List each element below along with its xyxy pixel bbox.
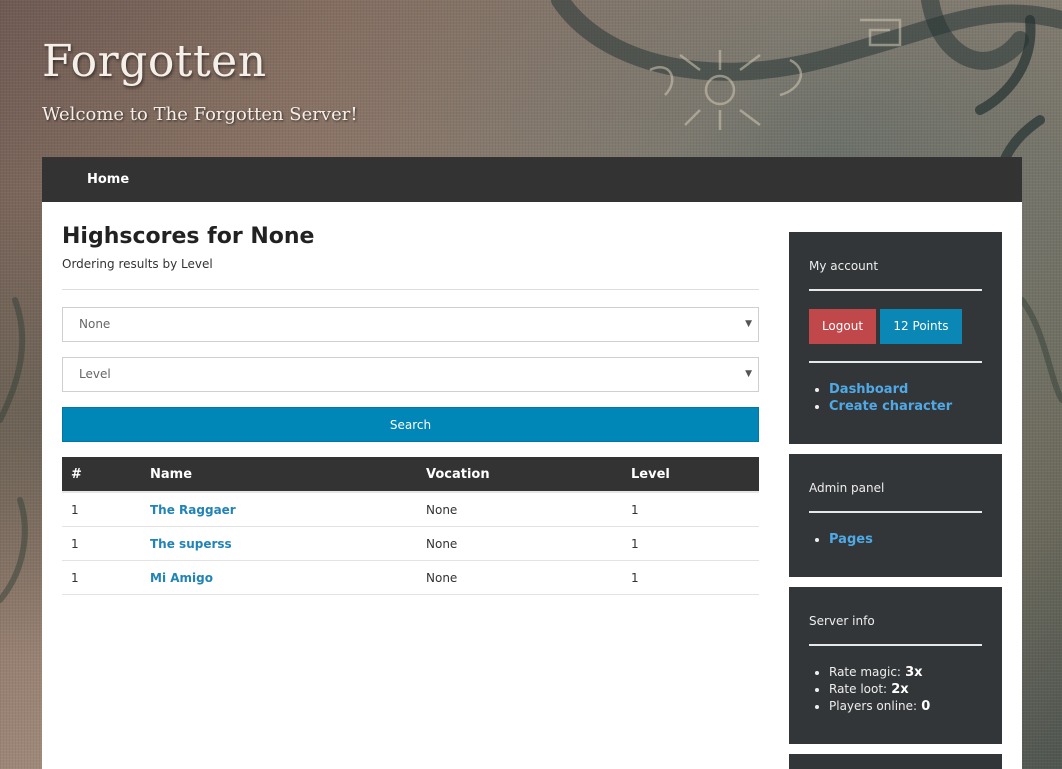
widget-title: Admin panel	[809, 481, 885, 495]
rank-cell: 1	[62, 492, 141, 527]
order-select[interactable]: Level ▼	[62, 357, 759, 392]
my-account-widget: My account Logout 12 Points Dashboard Cr…	[789, 232, 1002, 444]
level-cell: 1	[622, 526, 759, 561]
content-panel: Highscores for None Ordering results by …	[42, 202, 1022, 769]
column-header-level[interactable]: Level	[622, 457, 759, 493]
widget-title: My account	[809, 259, 879, 273]
navbar: Home	[42, 157, 1022, 202]
server-info-widget: Server info Rate magic: 3x Rate loot: 2x…	[789, 587, 1002, 744]
divider	[62, 289, 759, 290]
nav-item-home[interactable]: Home	[87, 157, 129, 202]
vocation-cell: None	[417, 492, 622, 527]
name-cell: Mi Amigo	[141, 560, 417, 595]
vocation-select-value: None	[79, 317, 111, 331]
table-row: 1 The Raggaer None 1	[62, 492, 759, 527]
list-item: Dashboard	[829, 381, 952, 398]
players-online-value: 0	[921, 699, 931, 714]
column-header-rank[interactable]: #	[62, 457, 141, 493]
dashboard-link[interactable]: Dashboard	[829, 382, 908, 397]
highscores-table: # Name Vocation Level 1 The Raggaer None…	[62, 457, 759, 595]
vocation-cell: None	[417, 526, 622, 561]
points-button[interactable]: 12 Points	[880, 309, 962, 344]
column-header-name[interactable]: Name	[141, 457, 417, 493]
logout-button[interactable]: Logout	[809, 309, 876, 344]
widget-divider	[809, 289, 982, 291]
create-character-link[interactable]: Create character	[829, 399, 952, 414]
list-item: Rate loot: 2x	[829, 681, 930, 698]
table-row: 1 The superss None 1	[62, 526, 759, 561]
page-subtitle: Ordering results by Level	[62, 257, 213, 271]
caret-down-icon: ▼	[745, 319, 752, 329]
table-header-row: # Name Vocation Level	[62, 457, 759, 493]
player-link[interactable]: Mi Amigo	[150, 571, 213, 585]
widget-divider	[809, 644, 982, 646]
admin-links: Pages	[809, 531, 873, 548]
rate-magic-label: Rate magic:	[829, 665, 901, 679]
level-cell: 1	[622, 560, 759, 595]
rate-magic-value: 3x	[905, 665, 923, 680]
admin-panel-widget: Admin panel Pages	[789, 454, 1002, 577]
account-links: Dashboard Create character	[809, 381, 952, 415]
list-item: Pages	[829, 531, 873, 548]
vocation-select[interactable]: None ▼	[62, 307, 759, 342]
name-cell: The Raggaer	[141, 492, 417, 527]
rate-loot-label: Rate loot:	[829, 682, 888, 696]
rank-cell: 1	[62, 526, 141, 561]
player-link[interactable]: The superss	[150, 537, 232, 551]
list-item: Rate magic: 3x	[829, 664, 930, 681]
widget-title: Server info	[809, 614, 875, 628]
column-header-vocation[interactable]: Vocation	[417, 457, 622, 493]
page-title: Highscores for None	[62, 224, 315, 249]
player-link[interactable]: The Raggaer	[150, 503, 236, 517]
list-item: Create character	[829, 398, 952, 415]
players-online-label: Players online:	[829, 699, 918, 713]
rank-cell: 1	[62, 560, 141, 595]
caret-down-icon: ▼	[745, 369, 752, 379]
level-cell: 1	[622, 492, 759, 527]
server-info-list: Rate magic: 3x Rate loot: 2x Players onl…	[809, 664, 930, 715]
widget-divider	[809, 511, 982, 513]
site-title: Forgotten	[42, 36, 267, 87]
vocation-cell: None	[417, 560, 622, 595]
pages-link[interactable]: Pages	[829, 532, 873, 547]
rate-loot-value: 2x	[891, 682, 909, 697]
list-item: Players online: 0	[829, 698, 930, 715]
name-cell: The superss	[141, 526, 417, 561]
search-button[interactable]: Search	[62, 407, 759, 442]
order-select-value: Level	[79, 367, 111, 381]
next-widget	[789, 754, 1002, 769]
table-row: 1 Mi Amigo None 1	[62, 560, 759, 595]
widget-divider	[809, 361, 982, 363]
site-tagline: Welcome to The Forgotten Server!	[42, 104, 358, 125]
